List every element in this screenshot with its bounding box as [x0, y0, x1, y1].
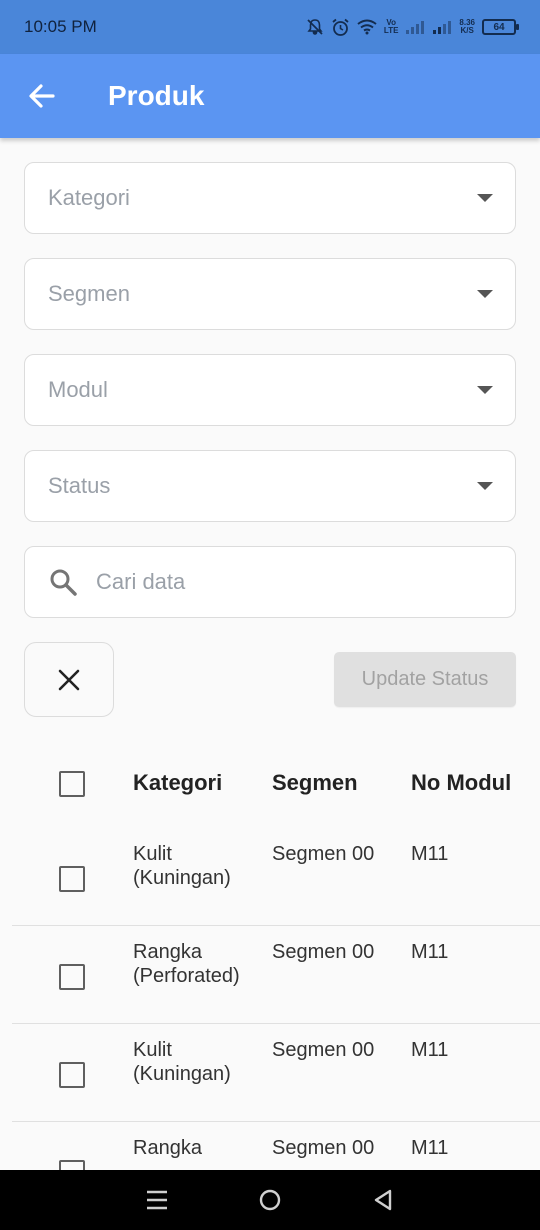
- kategori-placeholder: Kategori: [48, 185, 130, 210]
- search-input[interactable]: [96, 569, 476, 595]
- segmen-dropdown[interactable]: Segmen: [24, 258, 516, 330]
- table-row[interactable]: Kulit (Kuningan) Segmen 00 M11: [12, 828, 540, 926]
- select-all-checkbox[interactable]: [59, 771, 85, 797]
- network-type: Vo LTE: [384, 19, 399, 35]
- mute-bell-icon: [306, 18, 324, 36]
- caret-down-icon: [477, 482, 493, 490]
- net-speed-unit: K/S: [460, 26, 474, 35]
- cell-kategori: Rangka: [133, 1137, 202, 1159]
- cell-segmen: Segmen 00: [272, 1137, 375, 1159]
- battery-icon: 64: [482, 19, 519, 35]
- search-box: [24, 546, 516, 618]
- menu-icon: [146, 1190, 167, 1210]
- cell-segmen: Segmen 00: [272, 1039, 375, 1061]
- header-segmen: Segmen: [272, 770, 358, 795]
- home-circle-icon: [259, 1189, 281, 1211]
- arrow-left-icon: [29, 84, 55, 108]
- cell-modul: M11: [411, 941, 449, 963]
- back-button[interactable]: [22, 76, 62, 116]
- update-status-button[interactable]: Update Status: [334, 652, 516, 707]
- cell-kategori: Kulit (Kuningan): [133, 843, 231, 889]
- row-checkbox[interactable]: [59, 964, 85, 990]
- header-kategori: Kategori: [133, 770, 223, 795]
- cell-kategori: Rangka (Perforated): [133, 941, 240, 987]
- header-no-modul: No Modul: [411, 770, 512, 795]
- row-checkbox[interactable]: [59, 866, 85, 892]
- table-row[interactable]: Rangka (Perforated) Segmen 00 M11: [12, 926, 540, 1024]
- caret-down-icon: [477, 386, 493, 394]
- signal-icon: [405, 19, 425, 35]
- table-header: Kategori Segmen No Modul: [0, 740, 540, 828]
- status-bar: 10:05 PM Vo LTE 8.36 K/S 64: [0, 0, 540, 54]
- cell-modul: M11: [411, 1039, 449, 1061]
- app-bar: Produk: [0, 54, 540, 138]
- status-dropdown[interactable]: Status: [24, 450, 516, 522]
- cell-segmen: Segmen 00: [272, 941, 375, 963]
- clear-filter-button[interactable]: [24, 642, 114, 717]
- home-button[interactable]: [250, 1180, 290, 1220]
- status-placeholder: Status: [48, 473, 111, 498]
- cell-modul: M11: [411, 843, 449, 865]
- segmen-placeholder: Segmen: [48, 281, 130, 306]
- table-row[interactable]: Kulit (Kuningan) Segmen 00 M11: [12, 1024, 540, 1122]
- status-time: 10:05 PM: [24, 17, 97, 36]
- cell-kategori: Kulit (Kuningan): [133, 1039, 231, 1085]
- net-speed: 8.36 K/S: [459, 19, 475, 35]
- caret-down-icon: [477, 290, 493, 298]
- network-bottom: LTE: [383, 26, 399, 35]
- search-icon: [48, 567, 78, 597]
- system-back-button[interactable]: [363, 1180, 403, 1220]
- alarm-icon: [331, 18, 350, 37]
- status-icons: Vo LTE 8.36 K/S 64: [306, 18, 519, 37]
- modul-placeholder: Modul: [48, 377, 108, 402]
- kategori-dropdown[interactable]: Kategori: [24, 162, 516, 234]
- back-triangle-icon: [375, 1189, 392, 1211]
- close-icon: [58, 669, 80, 690]
- row-checkbox[interactable]: [59, 1062, 85, 1088]
- caret-down-icon: [477, 194, 493, 202]
- wifi-icon: [357, 19, 377, 35]
- recent-apps-button[interactable]: [137, 1180, 177, 1220]
- cell-segmen: Segmen 00: [272, 843, 375, 865]
- page-title: Produk: [108, 80, 205, 111]
- modul-dropdown[interactable]: Modul: [24, 354, 516, 426]
- cell-modul: M11: [411, 1137, 449, 1159]
- product-table: Kategori Segmen No Modul Kulit (Kuningan…: [0, 740, 540, 1220]
- signal-icon: [432, 19, 452, 35]
- system-nav-bar: [0, 1170, 540, 1230]
- battery-level: 64: [493, 21, 505, 33]
